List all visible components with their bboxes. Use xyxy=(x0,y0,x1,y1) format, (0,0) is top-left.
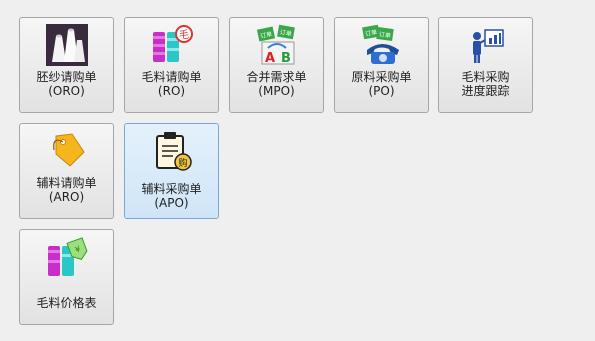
tile-label-line2: (RO) xyxy=(157,84,186,98)
wool-badge-text: 毛 xyxy=(179,29,189,41)
tile-raw-material-purchase[interactable]: 订单 订单 原料采购单 (PO) xyxy=(334,17,429,113)
tile-label-line1: 合并需求单 xyxy=(246,70,307,84)
tile-label-line1: 胚纱请购单 xyxy=(36,70,97,84)
tile-wool-purchase-request[interactable]: 毛 毛料请购单 (RO) xyxy=(124,17,219,113)
letter-b: B xyxy=(281,51,291,66)
order-badge-text: 订单 xyxy=(378,30,391,40)
presentation-icon xyxy=(473,29,504,63)
letter-a: A xyxy=(265,51,275,66)
tile-label-line1: 原料采购单 xyxy=(351,70,412,84)
tile-yarn-purchase-request[interactable]: 胚纱请购单 (ORO) xyxy=(19,17,114,113)
merge-orders-icon: 订单 订单 A B xyxy=(256,24,295,66)
tile-label-line1: 辅料请购单 xyxy=(36,176,97,190)
tile-label-line1: 毛料价格表 xyxy=(36,296,97,310)
clipboard-purchase-icon: 购 xyxy=(156,132,192,171)
yarn-cones-icon xyxy=(46,24,88,66)
tile-accessory-purchase-request[interactable]: 辅料请购单 (ARO) xyxy=(19,123,114,219)
tag-icon xyxy=(53,133,85,167)
tile-label-line2: (APO) xyxy=(154,196,189,210)
tile-label-line2: (ORO) xyxy=(48,84,85,98)
wool-spools-icon: 毛 xyxy=(153,25,193,62)
tile-merged-demand[interactable]: 订单 订单 A B 合并需求单 (MPO) xyxy=(229,17,324,113)
buy-badge-text: 购 xyxy=(178,157,187,169)
tile-accessory-purchase-order[interactable]: 购 辅料采购单 (APO) xyxy=(124,123,219,219)
tile-wool-purchase-tracking[interactable]: 毛料采购 进度跟踪 xyxy=(438,17,533,113)
tile-label-line2: (PO) xyxy=(368,84,395,98)
tile-wool-price-list[interactable]: ¥ 毛料价格表 xyxy=(19,229,114,325)
tile-label-line2: (ARO) xyxy=(48,190,85,204)
phone-order-icon: 订单 订单 xyxy=(362,24,399,64)
tile-label-line2: (MPO) xyxy=(258,84,295,98)
price-tag-spools-icon: ¥ xyxy=(48,237,88,276)
tile-label-line2: 进度跟踪 xyxy=(461,84,510,98)
tile-label-line1: 毛料采购 xyxy=(461,70,510,84)
tile-label-line1: 毛料请购单 xyxy=(141,70,202,84)
tile-label-line1: 辅料采购单 xyxy=(141,182,202,196)
